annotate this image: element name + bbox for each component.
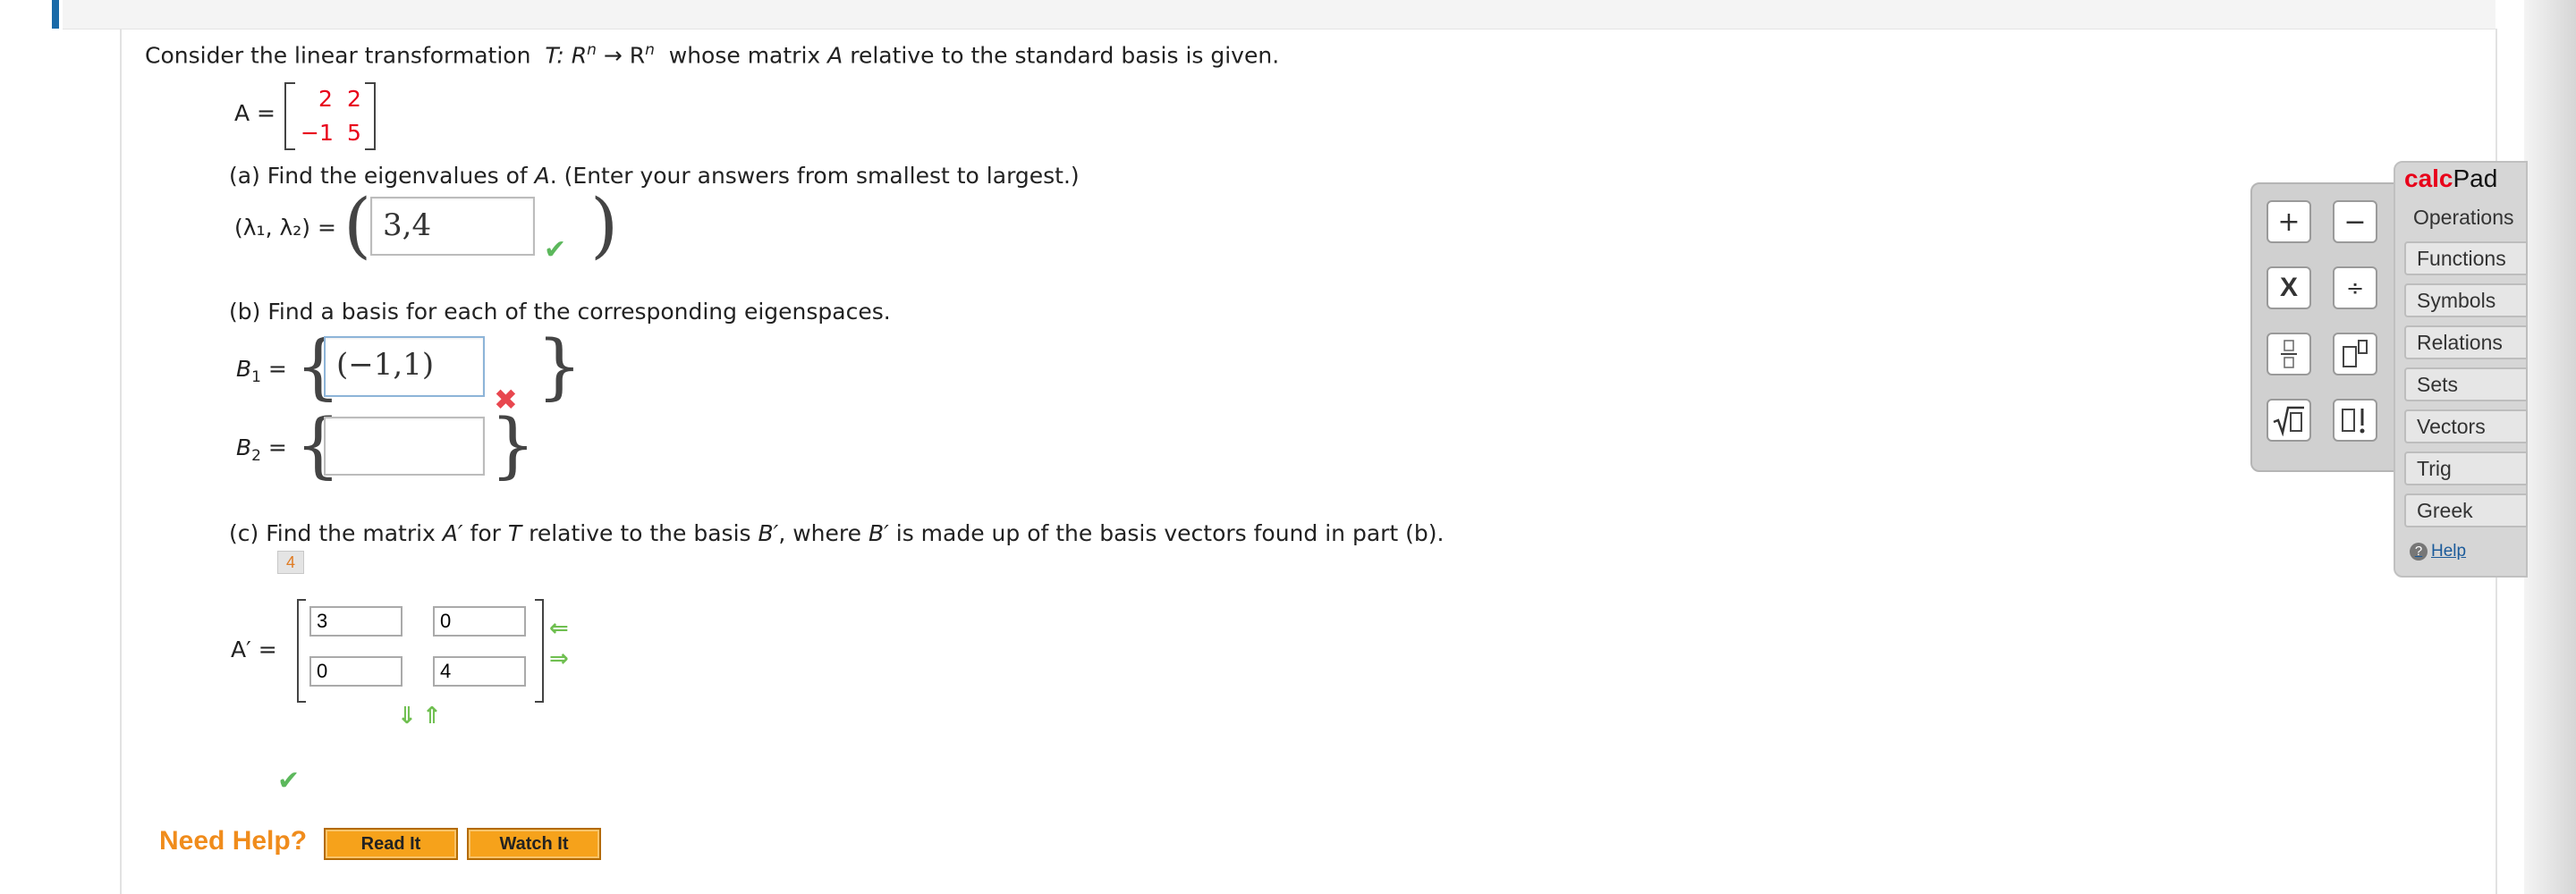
fraction-icon <box>2281 340 2297 368</box>
sqrt-icon <box>2273 406 2304 436</box>
b2-label: B2 = <box>236 434 287 465</box>
b1-label: B1 = <box>236 356 287 386</box>
matrix-A-cell: −1 <box>301 120 334 146</box>
matrix-cell-input[interactable] <box>309 606 402 637</box>
intro-sup-n2: n <box>645 41 655 59</box>
exponent-icon <box>2343 340 2368 367</box>
part-c-Bprime: B′ <box>758 520 779 546</box>
tab-symbols[interactable]: Symbols <box>2404 283 2528 317</box>
add-row-arrow-icon[interactable]: ⇓ <box>397 703 417 730</box>
multiply-key[interactable]: X <box>2267 266 2311 309</box>
top-strip <box>63 0 2496 30</box>
calcpad-title: calcPad <box>2404 164 2497 193</box>
part-a-text-end: . (Enter your answers from smallest to l… <box>549 163 1080 189</box>
attempts-badge: 4 <box>277 551 304 574</box>
tab-operations[interactable]: Operations <box>2401 200 2524 234</box>
intro-A: A <box>827 42 843 69</box>
plus-key[interactable]: + <box>2267 200 2311 243</box>
tab-vectors[interactable]: Vectors <box>2404 409 2528 443</box>
calcpad-help-label: Help <box>2431 542 2467 561</box>
add-column-arrow-icon[interactable]: ⇒ <box>549 645 569 672</box>
eigenvalues-value: 3,4 <box>383 207 432 243</box>
b2-close-brace: } <box>490 403 536 486</box>
check-icon: ✔ <box>277 765 301 797</box>
b1-letter: B <box>236 356 252 382</box>
accent-bar <box>52 0 59 29</box>
intro-text: Consider the linear transformation <box>145 42 531 69</box>
frame-left-border <box>120 29 122 894</box>
matrix-Aprime-right-bracket <box>535 599 544 703</box>
tab-greek[interactable]: Greek <box>2404 493 2528 527</box>
matrix-A-cell: 5 <box>347 120 361 146</box>
b1-input[interactable]: (−1,1) <box>324 336 485 397</box>
part-c-end: is made up of the basis vectors found in… <box>895 520 1445 546</box>
remove-column-arrow-icon[interactable]: ⇐ <box>549 615 569 642</box>
intro-sup-n1: n <box>587 41 597 59</box>
tab-relations[interactable]: Relations <box>2404 325 2528 359</box>
matrix-A-cell: 2 <box>347 86 361 112</box>
window-scroll-edge <box>2524 0 2576 894</box>
part-c-for: for <box>470 520 501 546</box>
b1-value: (−1,1) <box>336 347 435 383</box>
factorial-key[interactable] <box>2333 399 2377 442</box>
intro-end: relative to the standard basis is given. <box>850 42 1280 69</box>
matrix-A-label: A = <box>234 100 275 126</box>
check-icon: ✔ <box>544 234 567 266</box>
matrix-A-cell: 2 <box>318 86 333 112</box>
calcpad-title-calc: calc <box>2404 164 2453 192</box>
divide-key[interactable]: ÷ <box>2333 266 2377 309</box>
part-c-prompt: (c) Find the matrix A′ for T relative to… <box>229 520 1445 546</box>
b2-input[interactable] <box>324 417 485 476</box>
matrix-cell-input[interactable] <box>309 656 402 687</box>
matrix-cell-input[interactable] <box>433 606 526 637</box>
question-intro: Consider the linear transformation T: Rn… <box>145 41 1279 68</box>
exponent-key[interactable] <box>2333 333 2377 375</box>
eigenvalues-input[interactable]: 3,4 <box>370 197 535 256</box>
part-a-A: A <box>534 163 550 189</box>
intro-arrow-R: → R <box>603 42 646 69</box>
need-help-label: Need Help? <box>159 826 308 856</box>
calcpad-keys-panel: + − X ÷ <box>2250 182 2397 472</box>
matrix-Aprime-label: A′ = <box>231 637 277 662</box>
sqrt-key[interactable] <box>2267 399 2311 442</box>
intro-whose-matrix: whose matrix <box>668 42 821 69</box>
part-b-prompt: (b) Find a basis for each of the corresp… <box>229 299 891 325</box>
minus-key[interactable]: − <box>2333 200 2377 243</box>
part-c-prefix: (c) Find the matrix <box>229 520 436 546</box>
matrix-A-left-bracket <box>284 82 295 150</box>
b1-sub: 1 <box>251 368 261 386</box>
part-c-where: , where <box>778 520 862 546</box>
close-paren: ) <box>590 183 619 266</box>
calcpad-title-pad: Pad <box>2453 164 2498 192</box>
eigenvalue-label: (λ₁, λ₂) = <box>234 215 336 240</box>
part-c-relative: relative to the basis <box>529 520 751 546</box>
help-icon: ? <box>2410 543 2428 561</box>
part-a-text: (a) Find the eigenvalues of <box>229 163 528 189</box>
b2-letter: B <box>236 434 252 460</box>
part-c-Aprime: A′ <box>442 520 463 546</box>
b2-sub: 2 <box>251 447 261 465</box>
open-paren: ( <box>343 183 372 266</box>
tab-functions[interactable]: Functions <box>2404 241 2528 275</box>
tab-trig[interactable]: Trig <box>2404 451 2528 485</box>
b1-close-brace: } <box>537 325 582 408</box>
matrix-cell-input[interactable] <box>433 656 526 687</box>
matrix-Aprime-left-bracket <box>297 599 306 703</box>
watch-it-button[interactable]: Watch It <box>467 828 601 860</box>
intro-T-R: T: R <box>545 42 588 69</box>
fraction-key[interactable] <box>2267 333 2311 375</box>
calcpad-help-link[interactable]: ? Help <box>2410 542 2466 561</box>
remove-row-arrow-icon[interactable]: ⇑ <box>422 703 442 730</box>
calcpad-panel: calcPad Operations Functions Symbols Rel… <box>2394 161 2528 578</box>
part-c-Bprime2: B′ <box>868 520 889 546</box>
factorial-icon <box>2342 409 2365 434</box>
matrix-A-right-bracket <box>365 82 376 150</box>
read-it-button[interactable]: Read It <box>324 828 458 860</box>
tab-sets[interactable]: Sets <box>2404 367 2528 401</box>
part-c-T: T <box>507 520 522 546</box>
